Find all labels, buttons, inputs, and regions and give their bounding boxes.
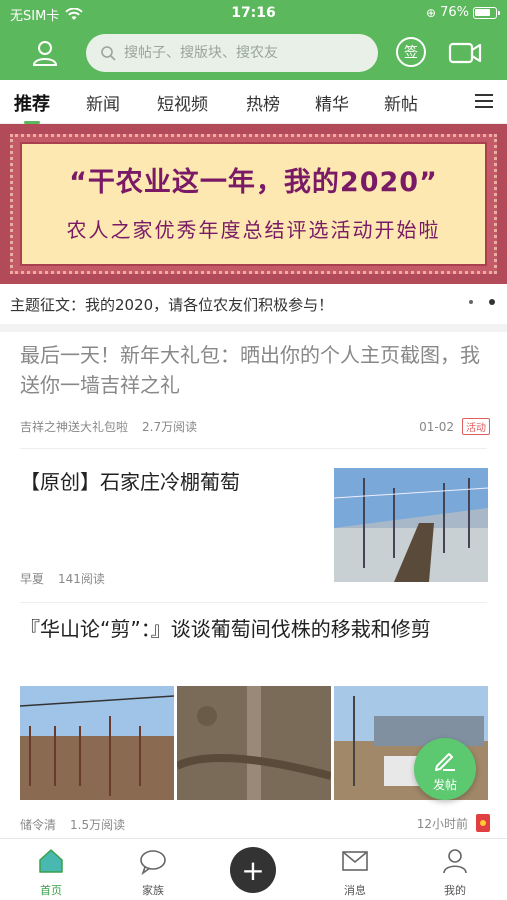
post-author: 早夏 [20,572,45,586]
mail-icon [342,851,368,871]
battery-icon [473,6,500,19]
red-envelope-icon [476,814,490,832]
status-bar: 无SIM卡 17:16 ⊕ 76% [0,0,507,28]
tab-new-posts[interactable]: 新帖 [384,90,418,115]
category-tabs: 推荐 新闻 短视频 热榜 精华 新帖 [0,80,507,124]
post-image [20,686,174,800]
promo-banner[interactable]: “干农业这一年，我的2020” 农人之家优秀年度总结评选活动开始啦 [0,124,507,284]
banner-subtitle: 农人之家优秀年度总结评选活动开始啦 [66,218,441,242]
post-author: 储令清 [20,818,57,832]
menu-icon[interactable] [475,94,493,108]
nav-messages[interactable]: 消息 [320,847,390,898]
new-post-label: 发帖 [432,778,457,792]
tab-news[interactable]: 新闻 [86,90,120,115]
tab-featured[interactable]: 精华 [315,90,349,115]
tab-recommend[interactable]: 推荐 [14,90,50,124]
search-input[interactable] [124,45,364,61]
post-reads: 1.5万阅读 [70,818,126,832]
search-icon [101,46,116,61]
post-title: 【原创】石家庄冷棚葡萄 [20,470,240,494]
nav-family[interactable]: 家族 [118,847,188,898]
pencil-icon [435,753,455,771]
search-bar[interactable] [86,34,378,72]
profile-icon[interactable] [30,38,60,68]
post-author: 吉祥之神送大礼包啦 [20,420,129,434]
divider [20,448,487,449]
chat-bubble-icon [140,850,166,876]
sign-in-icon[interactable]: 签 [396,37,426,67]
post-title: 『华山论“剪”：』谈谈葡萄间伐株的移栽和修剪 [20,617,431,641]
user-icon [443,849,467,874]
tab-hot-list[interactable]: 热榜 [246,90,280,115]
divider [20,602,487,603]
post-date: 01-02 [419,419,454,434]
new-post-button[interactable]: 发帖 [414,738,476,800]
activity-badge: 活动 [462,418,490,435]
post-title: 最后一天！新年大礼包：晒出你的个人主页截图，我送你一墙吉祥之礼 [20,343,480,397]
post-reads: 141阅读 [58,572,105,586]
top-bar: 无SIM卡 17:16 ⊕ 76% 签 [0,0,507,80]
post-image [177,686,331,800]
banner-caption[interactable]: 主题征文：我的2020，请各位农友们积极参与！ [0,284,507,324]
carousel-dots [469,299,495,305]
post-card[interactable]: 『华山论“剪”：』谈谈葡萄间伐株的移栽和修剪 储令清 1.5万阅读 12小时前 [20,614,490,832]
post-time: 12小时前 [416,816,468,831]
app-header: 签 [0,30,507,76]
lock-rotation-icon: ⊕ [426,5,437,20]
tab-short-video[interactable]: 短视频 [157,90,208,115]
video-camera-icon[interactable] [448,40,482,66]
battery-percent: 76% [440,5,469,20]
bottom-nav: 首页 家族 + 消息 我的 [0,838,507,900]
compose-plus-button[interactable]: + [230,847,276,893]
post-reads: 2.7万阅读 [142,420,198,434]
post-thumbnail [334,468,488,582]
divider [0,324,507,332]
plus-icon: + [241,853,265,887]
post-card[interactable]: 最后一天！新年大礼包：晒出你的个人主页截图，我送你一墙吉祥之礼 吉祥之神送大礼包… [20,340,490,435]
nav-mine[interactable]: 我的 [420,847,490,898]
banner-title: “干农业这一年，我的2020” [69,167,438,198]
post-card[interactable]: 【原创】石家庄冷棚葡萄 早夏 141阅读 [20,462,490,587]
home-icon [39,849,63,873]
nav-home[interactable]: 首页 [16,847,86,898]
